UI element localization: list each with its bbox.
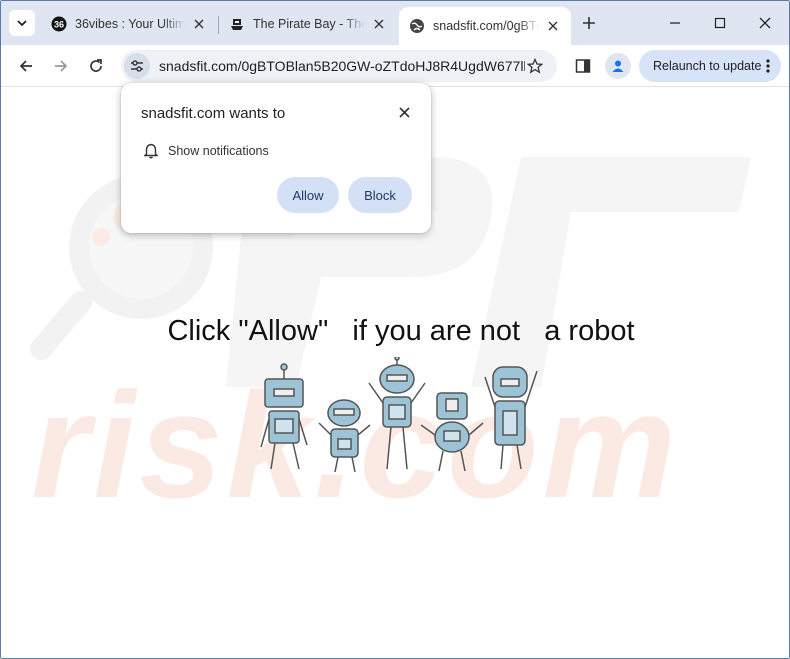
chevron-down-icon xyxy=(17,20,27,27)
new-tab-button[interactable] xyxy=(578,12,600,34)
relaunch-to-update-button[interactable]: Relaunch to update xyxy=(639,50,781,82)
36vibes-logo-icon: 36 xyxy=(51,16,67,32)
page-headline: Click "Allow" if you are not a robot xyxy=(167,315,635,347)
forward-button[interactable] xyxy=(48,53,74,79)
more-vert-icon[interactable] xyxy=(765,58,771,74)
arrow-right-icon xyxy=(55,60,68,72)
tab-36vibes[interactable]: 36 36vibes : Your Ultimate xyxy=(41,7,217,41)
pirate-ship-icon xyxy=(229,16,245,32)
address-bar[interactable]: snadsfit.com/0gBTOBlan5B20GW-oZTdoHJ8R4U… xyxy=(121,50,557,82)
toolbar: snadsfit.com/0gBTOBlan5B20GW-oZTdoHJ8R4U… xyxy=(1,45,789,87)
site-info-button[interactable] xyxy=(124,53,150,79)
minimize-button[interactable] xyxy=(663,11,687,35)
plus-icon xyxy=(583,17,595,29)
minimize-icon xyxy=(670,22,680,24)
back-button[interactable] xyxy=(13,53,39,79)
star-icon xyxy=(527,58,543,74)
relaunch-label: Relaunch to update xyxy=(653,59,762,73)
globe-icon xyxy=(409,18,425,34)
popup-close-button[interactable] xyxy=(395,103,413,121)
permission-label: Show notifications xyxy=(168,144,269,158)
arrow-left-icon xyxy=(19,60,32,72)
notification-permission-popup: snadsfit.com wants to Show notifications… xyxy=(121,83,431,233)
person-icon xyxy=(612,60,624,72)
tab-title: snadsfit.com/0gBTOBlan5 xyxy=(433,19,539,33)
tab-pirate-bay[interactable]: The Pirate Bay - The galaxy xyxy=(219,7,397,41)
robots-illustration xyxy=(260,357,538,473)
tune-icon xyxy=(131,60,143,72)
tab-strip: 36 36vibes : Your Ultimate The Pirate Ba… xyxy=(1,1,789,45)
maximize-button[interactable] xyxy=(708,11,732,35)
side-panel-button[interactable] xyxy=(571,54,595,78)
url-text: snadsfit.com/0gBTOBlan5B20GW-oZTdoHJ8R4U… xyxy=(159,58,525,74)
reload-icon xyxy=(90,59,102,72)
bell-icon xyxy=(143,143,159,159)
permission-row: Show notifications xyxy=(143,143,269,159)
svg-text:36: 36 xyxy=(54,20,64,30)
close-tab-icon[interactable] xyxy=(371,16,387,32)
side-panel-icon xyxy=(575,59,591,73)
close-tab-icon[interactable] xyxy=(545,18,561,34)
tab-title: 36vibes : Your Ultimate xyxy=(75,17,185,31)
close-icon xyxy=(759,17,771,29)
tab-search-button[interactable] xyxy=(9,10,35,36)
maximize-icon xyxy=(714,17,726,29)
popup-title: snadsfit.com wants to xyxy=(141,105,286,122)
bookmark-star-button[interactable] xyxy=(525,56,545,76)
profile-button[interactable] xyxy=(605,53,631,79)
tab-title: The Pirate Bay - The galaxy xyxy=(253,17,365,31)
close-tab-icon[interactable] xyxy=(191,16,207,32)
close-icon xyxy=(398,106,410,118)
browser-window: 36 36vibes : Your Ultimate The Pirate Ba… xyxy=(0,0,790,659)
tab-snadsfit[interactable]: snadsfit.com/0gBTOBlan5 xyxy=(399,7,571,45)
close-window-button[interactable] xyxy=(753,11,777,35)
reload-button[interactable] xyxy=(83,53,109,79)
allow-button[interactable]: Allow xyxy=(277,177,339,213)
block-button[interactable]: Block xyxy=(348,177,412,213)
